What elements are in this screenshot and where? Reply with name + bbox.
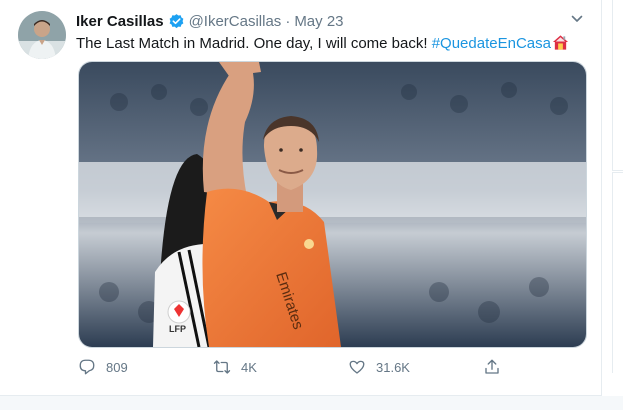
avatar[interactable] — [18, 11, 66, 59]
reply-button[interactable]: 809 — [78, 356, 128, 378]
reply-count: 809 — [106, 359, 128, 375]
like-icon — [349, 360, 365, 374]
lfp-badge-text: LFP — [169, 324, 186, 334]
share-button[interactable] — [483, 356, 501, 378]
like-button[interactable]: 31.6K — [348, 356, 410, 378]
hashtag-link[interactable]: #QuedateEnCasa — [432, 35, 551, 52]
author-name[interactable]: Iker Casillas — [76, 13, 164, 30]
adjacent-panel-edge — [602, 0, 623, 410]
retweet-icon — [213, 360, 231, 374]
tweet-date[interactable]: May 23 — [294, 13, 343, 30]
house-emoji-icon — [552, 35, 569, 50]
sidebar-card-edge — [612, 0, 623, 171]
reply-icon — [79, 359, 95, 375]
tweet-text: The Last Match in Madrid. One day, I wil… — [76, 34, 569, 54]
chevron-down-icon[interactable] — [570, 12, 584, 26]
separator-dot: · — [285, 12, 291, 30]
avatar-image — [18, 11, 66, 59]
tweet-card[interactable]: Iker Casillas @IkerCasillas · May 23 The… — [0, 0, 602, 396]
tweet-header: Iker Casillas @IkerCasillas · May 23 — [76, 11, 344, 31]
author-handle[interactable]: @IkerCasillas — [189, 13, 282, 30]
tweet-actions: 809 4K 31.6K — [78, 356, 518, 378]
photo-image: LFP Emirates — [79, 62, 586, 347]
like-count: 31.6K — [376, 359, 410, 375]
share-icon — [485, 359, 499, 374]
retweet-count: 4K — [241, 359, 257, 375]
timeline-divider — [0, 396, 623, 410]
tweet-photo[interactable]: LFP Emirates — [78, 61, 587, 348]
verified-badge-icon — [169, 13, 183, 28]
retweet-button[interactable]: 4K — [213, 356, 257, 378]
tweet-body: The Last Match in Madrid. One day, I wil… — [76, 35, 432, 52]
sidebar-card-edge — [612, 172, 623, 373]
